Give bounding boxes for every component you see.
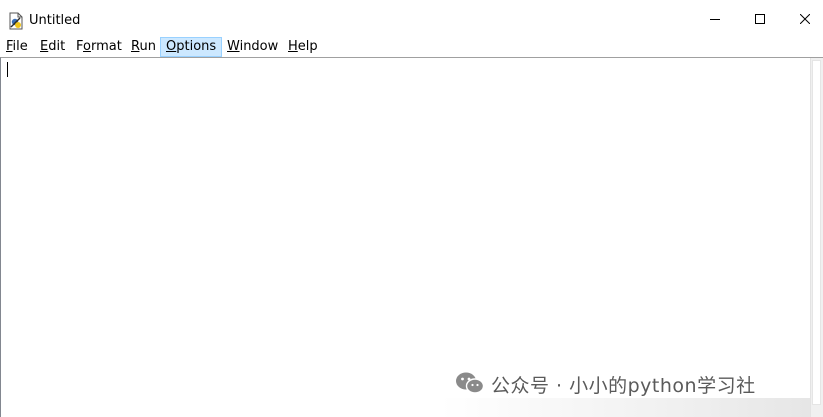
- menu-options-mnemonic: O: [166, 39, 177, 54]
- menu-run[interactable]: Run: [131, 37, 156, 57]
- menu-format[interactable]: Format: [76, 37, 122, 57]
- menu-window[interactable]: Window: [227, 37, 278, 57]
- menu-help-mnemonic: H: [288, 39, 298, 54]
- watermark-text: 公众号 · 小小的python学习社: [491, 374, 756, 397]
- watermark: 公众号 · 小小的python学习社: [455, 371, 756, 397]
- menu-format-prefix: F: [76, 39, 84, 54]
- menu-format-mnemonic: o: [83, 39, 91, 54]
- idle-file-icon: [8, 12, 24, 30]
- text-caret: [7, 62, 8, 77]
- scrollbar-thumb[interactable]: [812, 60, 821, 405]
- menu-format-label: rmat: [90, 39, 122, 54]
- menu-options-label: ptions: [176, 39, 217, 54]
- menu-bar: File Edit Format Run Options Window Help: [0, 37, 823, 57]
- maximize-icon: [754, 14, 765, 24]
- menu-run-label: un: [139, 39, 156, 54]
- close-button[interactable]: [782, 0, 823, 38]
- menu-edit[interactable]: Edit: [40, 37, 65, 57]
- window-title: Untitled: [29, 13, 81, 28]
- watermark-shade: [440, 398, 810, 417]
- minimize-button[interactable]: [692, 0, 737, 38]
- menu-edit-mnemonic: E: [40, 39, 49, 54]
- menu-help-label: elp: [297, 39, 318, 54]
- code-editor[interactable]: [0, 57, 823, 417]
- menu-window-mnemonic: W: [227, 39, 240, 54]
- title-bar[interactable]: Untitled: [0, 0, 823, 38]
- wechat-icon: [455, 370, 485, 399]
- minimize-icon: [709, 14, 720, 24]
- menu-edit-label: dit: [48, 39, 66, 54]
- menu-help[interactable]: Help: [288, 37, 318, 57]
- close-icon: [799, 14, 810, 24]
- menu-window-label: indow: [239, 39, 279, 54]
- maximize-button[interactable]: [737, 0, 782, 38]
- menu-options[interactable]: Options: [160, 37, 223, 57]
- menu-file-label: ile: [12, 39, 28, 54]
- menu-file[interactable]: File: [6, 37, 28, 57]
